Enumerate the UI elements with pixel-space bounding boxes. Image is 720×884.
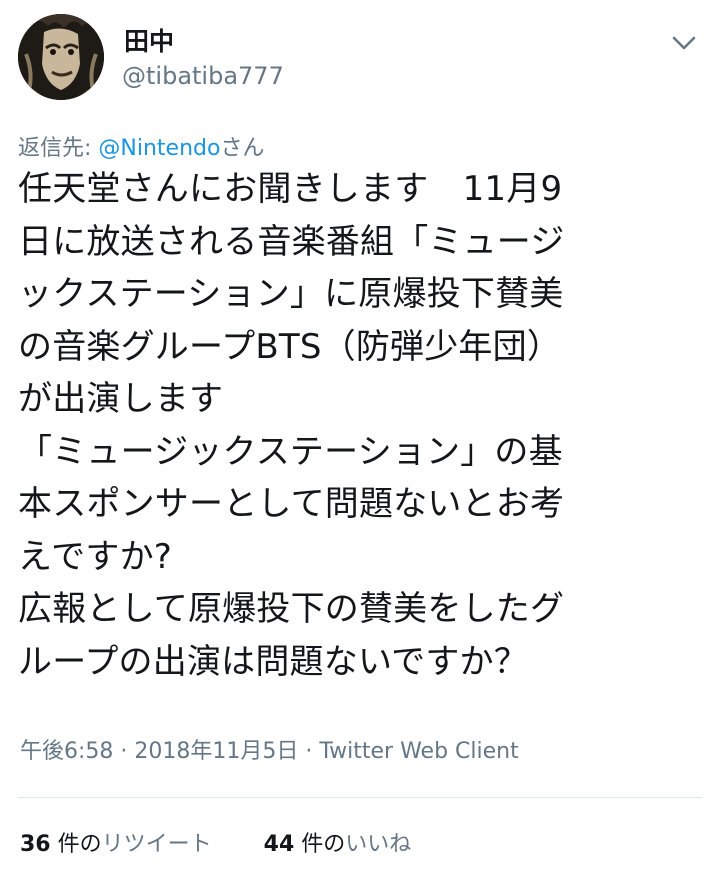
user-handle[interactable]: @tibatiba777 <box>122 62 284 90</box>
display-name[interactable]: 田中 <box>124 22 174 58</box>
tweet-date[interactable]: 2018年11月5日 <box>134 739 298 764</box>
tweet-time[interactable]: 午後6:58 <box>20 739 113 764</box>
reply-prefix: 返信先: <box>18 136 99 161</box>
tweet-client: Twitter Web Client <box>319 739 519 764</box>
avatar-image <box>18 14 104 100</box>
meta-separator: · <box>298 739 320 764</box>
tweet-text: 任天堂さんにお聞きします 11月9 日に放送される音楽番組「ミュージ ックステー… <box>18 169 565 682</box>
divider <box>18 797 702 798</box>
retweets-suffix: 件の <box>50 832 102 857</box>
retweets-stat[interactable]: 36 件のリツイート <box>20 832 212 857</box>
avatar[interactable] <box>18 14 104 100</box>
reply-context: 返信先: @Nintendoさん <box>18 130 264 162</box>
tweet-meta: 午後6:58 · 2018年11月5日 · Twitter Web Client <box>20 733 519 765</box>
likes-suffix: 件の <box>294 832 346 857</box>
retweets-count: 36 <box>20 832 51 857</box>
tweet-stats: 36 件のリツイート 44 件のいいね <box>20 826 411 858</box>
tweet-menu-button[interactable] <box>666 28 702 58</box>
retweets-label: リツイート <box>101 832 212 857</box>
chevron-down-icon <box>672 36 696 50</box>
meta-separator: · <box>113 739 135 764</box>
likes-count: 44 <box>263 832 295 857</box>
reply-suffix: さん <box>220 136 265 161</box>
likes-stat[interactable]: 44 件のいいね <box>264 832 412 857</box>
likes-label: いいね <box>345 832 412 857</box>
reply-mention-link[interactable]: @Nintendo <box>98 136 220 161</box>
